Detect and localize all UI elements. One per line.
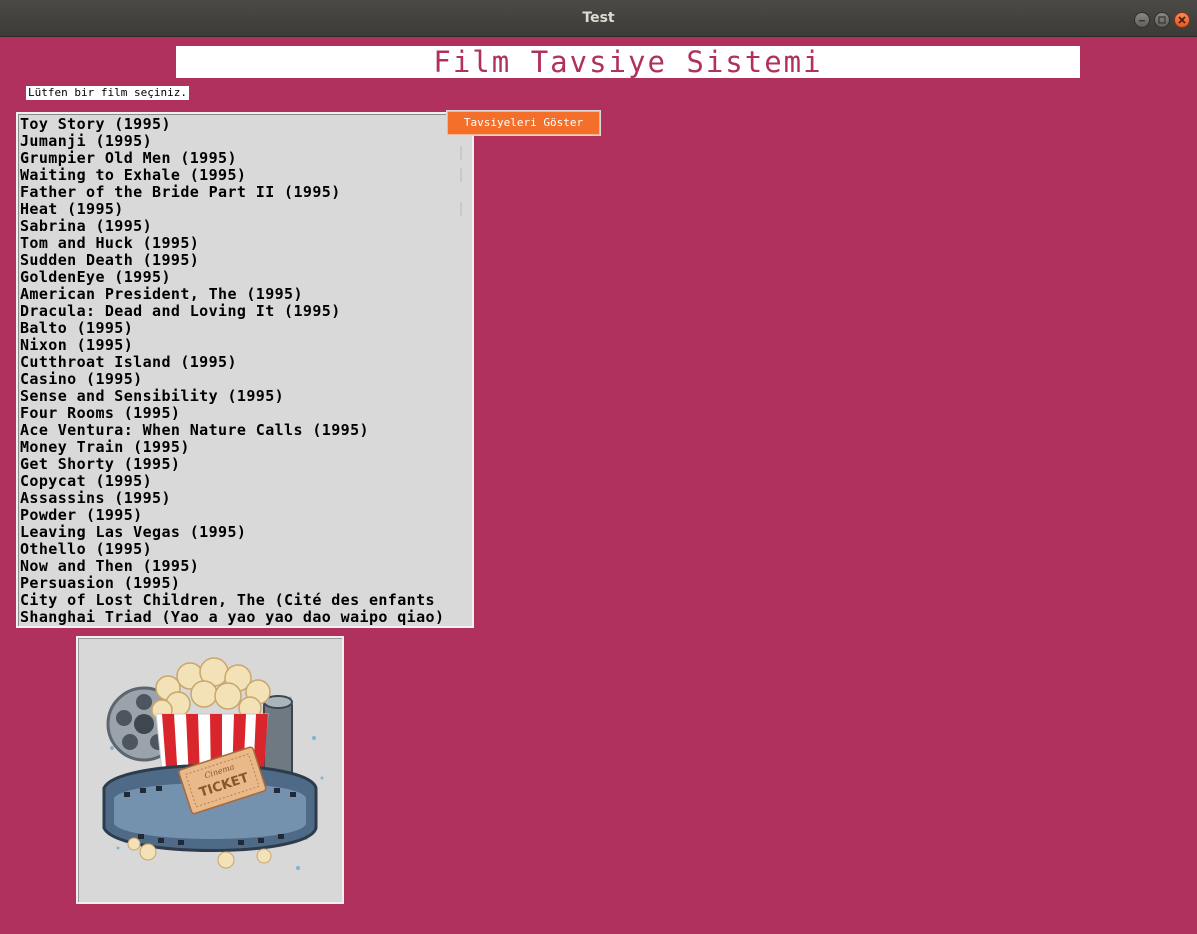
movie-list-item[interactable]: Money Train (1995) (20, 439, 472, 456)
movie-list-item[interactable]: Casino (1995) (20, 371, 472, 388)
minimize-icon[interactable] (1134, 12, 1150, 28)
movie-list-item[interactable]: Assassins (1995) (20, 490, 472, 507)
movie-illustration: Cinema TICKET (76, 636, 344, 904)
movie-list-item[interactable]: Jumanji (1995) (20, 133, 472, 150)
show-recommendations-button[interactable]: Tavsiyeleri Göster (446, 110, 601, 136)
window-titlebar[interactable]: Test (0, 0, 1197, 37)
page-title: Film Tavsiye Sistemi (433, 45, 823, 79)
movie-list-item[interactable]: City of Lost Children, The (Cité des enf… (20, 592, 472, 609)
movie-list-item[interactable]: Persuasion (1995) (20, 575, 472, 592)
list-scroll-mark (460, 202, 462, 216)
movie-list-item[interactable]: Dracula: Dead and Loving It (1995) (20, 303, 472, 320)
movie-list[interactable]: Toy Story (1995) Jumanji (1995) Grumpier O… (18, 114, 472, 626)
select-film-label: Lütfen bir film seçiniz. (26, 86, 189, 100)
movie-list-item[interactable]: Sense and Sensibility (1995) (20, 388, 472, 405)
maximize-icon[interactable] (1154, 12, 1170, 28)
movie-list-item[interactable]: Father of the Bride Part II (1995) (20, 184, 472, 201)
movie-list-item[interactable]: Now and Then (1995) (20, 558, 472, 575)
movie-list-item[interactable]: Toy Story (1995) (20, 116, 472, 133)
movie-list-item[interactable]: American President, The (1995) (20, 286, 472, 303)
list-scroll-mark (460, 168, 462, 182)
movie-list-item[interactable]: Tom and Huck (1995) (20, 235, 472, 252)
movie-list-item[interactable]: Ace Ventura: When Nature Calls (1995) (20, 422, 472, 439)
movie-list-item[interactable]: Grumpier Old Men (1995) (20, 150, 472, 167)
movie-list-item[interactable]: Get Shorty (1995) (20, 456, 472, 473)
movie-list-item[interactable]: Sudden Death (1995) (20, 252, 472, 269)
movie-list-item[interactable]: Balto (1995) (20, 320, 472, 337)
movie-list-item[interactable]: Sabrina (1995) (20, 218, 472, 235)
movie-list-item[interactable]: Powder (1995) (20, 507, 472, 524)
movie-list-item[interactable]: Four Rooms (1995) (20, 405, 472, 422)
movie-list-item[interactable]: Leaving Las Vegas (1995) (20, 524, 472, 541)
movie-list-item[interactable]: Cutthroat Island (1995) (20, 354, 472, 371)
movie-list-item[interactable]: Nixon (1995) (20, 337, 472, 354)
movie-list-item[interactable]: Shanghai Triad (Yao a yao yao dao waipo … (20, 609, 472, 626)
window-title: Test (582, 10, 615, 26)
movie-list-item[interactable]: Copycat (1995) (20, 473, 472, 490)
popcorn-film-ticket-illustration: Cinema TICKET (102, 657, 324, 870)
movie-listbox[interactable]: Toy Story (1995) Jumanji (1995) Grumpier O… (16, 112, 474, 628)
movie-list-item[interactable]: GoldenEye (1995) (20, 269, 472, 286)
movie-list-item[interactable]: Othello (1995) (20, 541, 472, 558)
movie-list-item[interactable]: Waiting to Exhale (1995) (20, 167, 472, 184)
movie-list-item[interactable]: Heat (1995) (20, 201, 472, 218)
close-icon[interactable] (1174, 12, 1190, 28)
list-scroll-mark (460, 146, 462, 160)
header-banner: Film Tavsiye Sistemi (176, 46, 1080, 78)
